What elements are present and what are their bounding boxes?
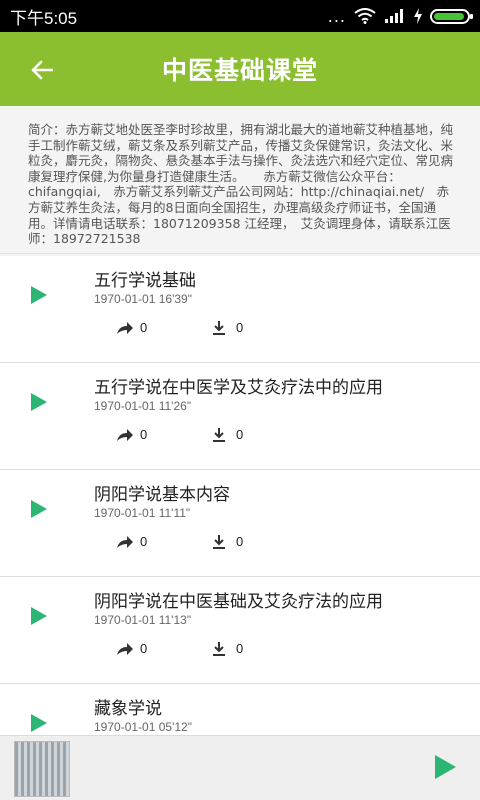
status-icons: ... bbox=[327, 6, 473, 26]
download-button[interactable]: 0 bbox=[212, 320, 243, 335]
download-count: 0 bbox=[236, 320, 244, 335]
download-icon bbox=[213, 427, 225, 442]
download-count: 0 bbox=[236, 641, 244, 656]
download-button[interactable]: 0 bbox=[212, 427, 243, 442]
battery-icon bbox=[430, 8, 473, 24]
play-icon[interactable] bbox=[28, 605, 50, 627]
lesson-date: 1970-01-01 11'11" bbox=[94, 506, 191, 520]
album-thumbnail[interactable] bbox=[14, 741, 70, 797]
lesson-title: 阴阳学说在中医基础及艾灸疗法的应用 bbox=[94, 592, 383, 612]
app-bar: 中医基础课堂 bbox=[0, 32, 480, 106]
more-notifications-icon: ... bbox=[327, 6, 346, 26]
share-count: 0 bbox=[140, 534, 148, 549]
share-count: 0 bbox=[140, 320, 148, 335]
share-button[interactable]: 0 bbox=[116, 320, 147, 335]
list-item[interactable]: 五行学说在中医学及艾灸疗法中的应用 1970-01-01 11'26" 0 0 bbox=[0, 363, 480, 470]
share-button[interactable]: 0 bbox=[116, 641, 147, 656]
share-count: 0 bbox=[140, 641, 148, 656]
share-icon bbox=[117, 428, 133, 441]
wifi-icon bbox=[354, 8, 376, 24]
lesson-list[interactable]: 五行学说基础 1970-01-01 16'39" 0 0 五行学说在中医学及艾灸… bbox=[0, 256, 480, 735]
download-count: 0 bbox=[236, 427, 244, 442]
back-button[interactable] bbox=[22, 50, 62, 90]
intro-text: 简介：赤方蕲艾地处医圣李时珍故里，拥有湖北最大的道地蕲艾种植基地，纯手工制作蕲艾… bbox=[0, 106, 480, 254]
signal-icon bbox=[385, 9, 403, 23]
share-button[interactable]: 0 bbox=[116, 534, 147, 549]
arrow-left-icon bbox=[31, 60, 53, 80]
lesson-title: 藏象学说 bbox=[94, 699, 162, 719]
list-item[interactable]: 五行学说基础 1970-01-01 16'39" 0 0 bbox=[0, 256, 480, 363]
status-bar: 下午5:05 ... bbox=[0, 0, 480, 32]
charging-icon bbox=[414, 8, 422, 24]
download-count: 0 bbox=[236, 534, 244, 549]
download-icon bbox=[213, 534, 225, 549]
lesson-title: 五行学说在中医学及艾灸疗法中的应用 bbox=[94, 378, 383, 398]
page-title: 中医基础课堂 bbox=[161, 56, 318, 85]
lesson-date: 1970-01-01 16'39" bbox=[94, 292, 192, 306]
status-time: 下午5:05 bbox=[10, 8, 78, 28]
lesson-title: 阴阳学说基本内容 bbox=[94, 485, 230, 505]
share-icon bbox=[117, 642, 133, 655]
lesson-date: 1970-01-01 11'13" bbox=[94, 613, 192, 627]
lesson-title: 五行学说基础 bbox=[94, 271, 196, 291]
share-icon bbox=[117, 321, 133, 334]
lesson-date: 1970-01-01 05'12" bbox=[94, 720, 192, 734]
play-icon[interactable] bbox=[432, 753, 458, 781]
download-button[interactable]: 0 bbox=[212, 534, 243, 549]
download-button[interactable]: 0 bbox=[212, 641, 243, 656]
download-icon bbox=[213, 320, 225, 335]
play-icon[interactable] bbox=[28, 712, 50, 734]
download-icon bbox=[213, 641, 225, 656]
share-icon bbox=[117, 535, 133, 548]
mini-player bbox=[0, 735, 480, 800]
play-icon[interactable] bbox=[28, 498, 50, 520]
play-icon[interactable] bbox=[28, 284, 50, 306]
share-button[interactable]: 0 bbox=[116, 427, 147, 442]
list-item[interactable]: 藏象学说 1970-01-01 05'12" 0 0 bbox=[0, 684, 480, 735]
list-item[interactable]: 阴阳学说在中医基础及艾灸疗法的应用 1970-01-01 11'13" 0 0 bbox=[0, 577, 480, 684]
list-item[interactable]: 阴阳学说基本内容 1970-01-01 11'11" 0 0 bbox=[0, 470, 480, 577]
share-count: 0 bbox=[140, 427, 148, 442]
lesson-date: 1970-01-01 11'26" bbox=[94, 399, 192, 413]
play-icon[interactable] bbox=[28, 391, 50, 413]
